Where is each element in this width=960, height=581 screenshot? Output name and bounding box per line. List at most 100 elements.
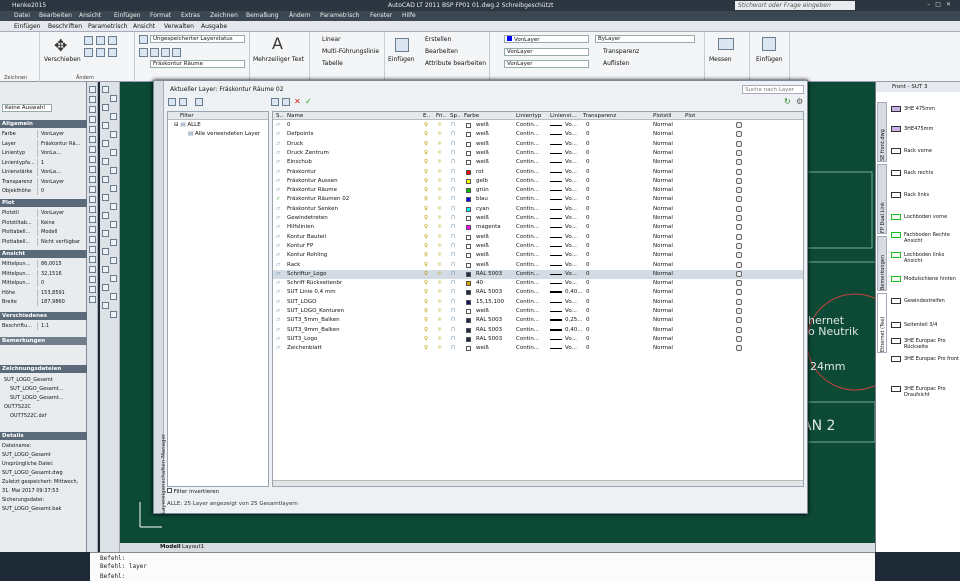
- layer-lineweight[interactable]: Vo...: [565, 234, 577, 240]
- draw-tool-icon[interactable]: [89, 96, 96, 103]
- palette-tool-item[interactable]: Rack rechts: [891, 170, 960, 176]
- tab-einfuegen[interactable]: Einfügen: [14, 23, 40, 30]
- column-header[interactable]: E..: [423, 113, 430, 119]
- lightbulb-icon[interactable]: ♀: [424, 234, 428, 240]
- printer-icon[interactable]: [736, 345, 742, 352]
- palette-tab[interactable]: SE front.dwg: [877, 102, 887, 162]
- property-value[interactable]: 0: [41, 187, 85, 195]
- layer-color[interactable]: cyan: [476, 206, 489, 212]
- layer-name[interactable]: SUT3_Logo: [287, 336, 317, 342]
- lightbulb-icon[interactable]: ♀: [424, 317, 428, 323]
- layer-row[interactable]: ▱ Zeichenblatt ♀ ☼ ⊓ weiß Contin... Vo... 0 Norma…: [273, 344, 803, 353]
- draw-tool-icon[interactable]: [89, 106, 96, 113]
- multileader-button[interactable]: Multi-Führungslinie: [322, 48, 379, 55]
- modify-tool-icon[interactable]: [102, 284, 109, 291]
- property-value[interactable]: 153,8591: [41, 289, 85, 297]
- lock-icon[interactable]: ⊓: [451, 234, 455, 240]
- property-row[interactable]: Plotstil VonLayer: [2, 209, 86, 217]
- modify-tool-icon[interactable]: [102, 140, 109, 147]
- layer-color[interactable]: weiß: [476, 131, 489, 137]
- property-value[interactable]: VonLayer: [41, 209, 85, 217]
- lightbulb-icon[interactable]: ♀: [424, 122, 428, 128]
- draw-tool-icon[interactable]: [89, 286, 96, 293]
- layer-transparency[interactable]: 0: [586, 262, 590, 268]
- property-value[interactable]: Fräskontur Rä...: [41, 140, 85, 148]
- palette-tool-item[interactable]: Fachboden Rechte Ansicht: [891, 232, 960, 244]
- column-header[interactable]: S..: [276, 113, 283, 119]
- property-row[interactable]: Transparenz VonLayer: [2, 177, 86, 186]
- layer-row[interactable]: ▱ SUT_LOGO ♀ ☼ ⊓ 15,15,100 Contin... Vo... 0 Norm…: [273, 298, 803, 307]
- layer-lineweight[interactable]: Vo...: [565, 271, 577, 277]
- lightbulb-icon[interactable]: ♀: [424, 141, 428, 147]
- printer-icon[interactable]: [736, 205, 742, 212]
- tab-parametrisch[interactable]: Parametrisch: [88, 23, 127, 30]
- layer-linetype[interactable]: Contin...: [516, 196, 539, 202]
- tab-model[interactable]: Modell: [160, 544, 181, 550]
- palette-tool-item[interactable]: Modulschiene hinten: [891, 276, 960, 282]
- lightbulb-icon[interactable]: ♀: [424, 224, 428, 230]
- color-swatch[interactable]: [466, 234, 471, 240]
- color-swatch[interactable]: [466, 243, 471, 249]
- layer-lineweight[interactable]: 0,40...: [565, 289, 583, 295]
- column-header[interactable]: Plotstil: [653, 113, 671, 119]
- edit-block-button[interactable]: Bearbeiten: [425, 48, 458, 55]
- selection-combo[interactable]: Keine Auswahl: [2, 104, 52, 112]
- layer-lineweight[interactable]: Vo...: [565, 131, 577, 137]
- layer-lineweight[interactable]: Vo...: [565, 224, 577, 230]
- layer-search-input[interactable]: Suche nach Layer: [742, 85, 804, 94]
- sun-icon[interactable]: ☼: [437, 169, 442, 175]
- sun-icon[interactable]: ☼: [437, 122, 442, 128]
- lineweight-combo[interactable]: VonLayer: [504, 60, 589, 68]
- palette-tab[interactable]: Ethernet (Tee): [877, 293, 887, 353]
- modify-tool-icon[interactable]: [110, 239, 117, 246]
- modify-tool-icon[interactable]: [102, 122, 109, 129]
- layer-linetype[interactable]: Contin...: [516, 150, 539, 156]
- printer-icon[interactable]: [736, 131, 742, 138]
- file-item[interactable]: SUT_LOGO_Gesamt: [4, 376, 88, 384]
- lock-icon[interactable]: ⊓: [451, 289, 455, 295]
- layer-row[interactable]: ▱ Kontur FP ♀ ☼ ⊓ weiß Contin... Vo... 0 Normal: [273, 242, 803, 251]
- lock-icon[interactable]: ⊓: [451, 299, 455, 305]
- layer-lineweight[interactable]: Vo...: [565, 280, 577, 286]
- layer-color[interactable]: weiß: [476, 150, 489, 156]
- layer-linetype[interactable]: Contin...: [516, 336, 539, 342]
- column-header[interactable]: Farbe: [464, 113, 479, 119]
- color-swatch[interactable]: [466, 141, 471, 147]
- layer-row[interactable]: ▱ Fräskontur ♀ ☼ ⊓ rot Contin... Vo... 0 Normal: [273, 168, 803, 177]
- layer-lineweight[interactable]: 0,25...: [565, 317, 583, 323]
- lightbulb-icon[interactable]: ♀: [424, 150, 428, 156]
- lock-icon[interactable]: ⊓: [451, 187, 455, 193]
- layer-linetype[interactable]: Contin...: [516, 234, 539, 240]
- layer-lineweight[interactable]: Vo...: [565, 243, 577, 249]
- layer-color[interactable]: weiß: [476, 159, 489, 165]
- modify-tool-icon[interactable]: [110, 203, 117, 210]
- table-button[interactable]: Tabelle: [322, 60, 343, 67]
- dialog-sidebar[interactable]: Layereigenschaften-Manager: [154, 81, 167, 514]
- sun-icon[interactable]: ☼: [437, 252, 442, 258]
- property-row[interactable]: Höhe 153,8591: [2, 288, 86, 297]
- property-value[interactable]: Modell: [41, 228, 85, 236]
- layer-transparency[interactable]: 0: [586, 280, 590, 286]
- layer-color[interactable]: RAL 5003: [476, 327, 502, 333]
- printer-icon[interactable]: [736, 317, 742, 324]
- column-header[interactable]: Name: [287, 113, 303, 119]
- document-tab[interactable]: Henke2015: [12, 2, 46, 9]
- layer-row[interactable]: ▱ SUT3_9mm_Balken ♀ ☼ ⊓ RAL 5003 Contin... 0,40…: [273, 326, 803, 335]
- property-value[interactable]: 0: [41, 279, 85, 287]
- property-row[interactable]: Linientyp VonLa...: [2, 149, 86, 157]
- layer-color[interactable]: RAL 5003: [476, 336, 502, 342]
- layer-name[interactable]: Fräskontur Aussen: [287, 178, 338, 184]
- tab-ausgabe[interactable]: Ausgabe: [201, 23, 227, 30]
- layer-color[interactable]: weiß: [476, 243, 489, 249]
- layer-row[interactable]: ▱ Schriftur_Logo ♀ ☼ ⊓ RAL 5003 Contin... Vo...…: [273, 269, 803, 280]
- layer-linetype[interactable]: Contin...: [516, 169, 539, 175]
- layer-transparency[interactable]: 0: [586, 317, 590, 323]
- layer-linetype[interactable]: Contin...: [516, 317, 539, 323]
- printer-icon[interactable]: [736, 298, 742, 305]
- layer-transparency[interactable]: 0: [586, 206, 590, 212]
- layer-transparency[interactable]: 0: [586, 141, 590, 147]
- layer-lineweight[interactable]: Vo...: [565, 206, 577, 212]
- property-value[interactable]: VonLa...: [41, 168, 85, 176]
- layer-transparency[interactable]: 0: [586, 196, 590, 202]
- column-header[interactable]: Fri..: [436, 113, 446, 119]
